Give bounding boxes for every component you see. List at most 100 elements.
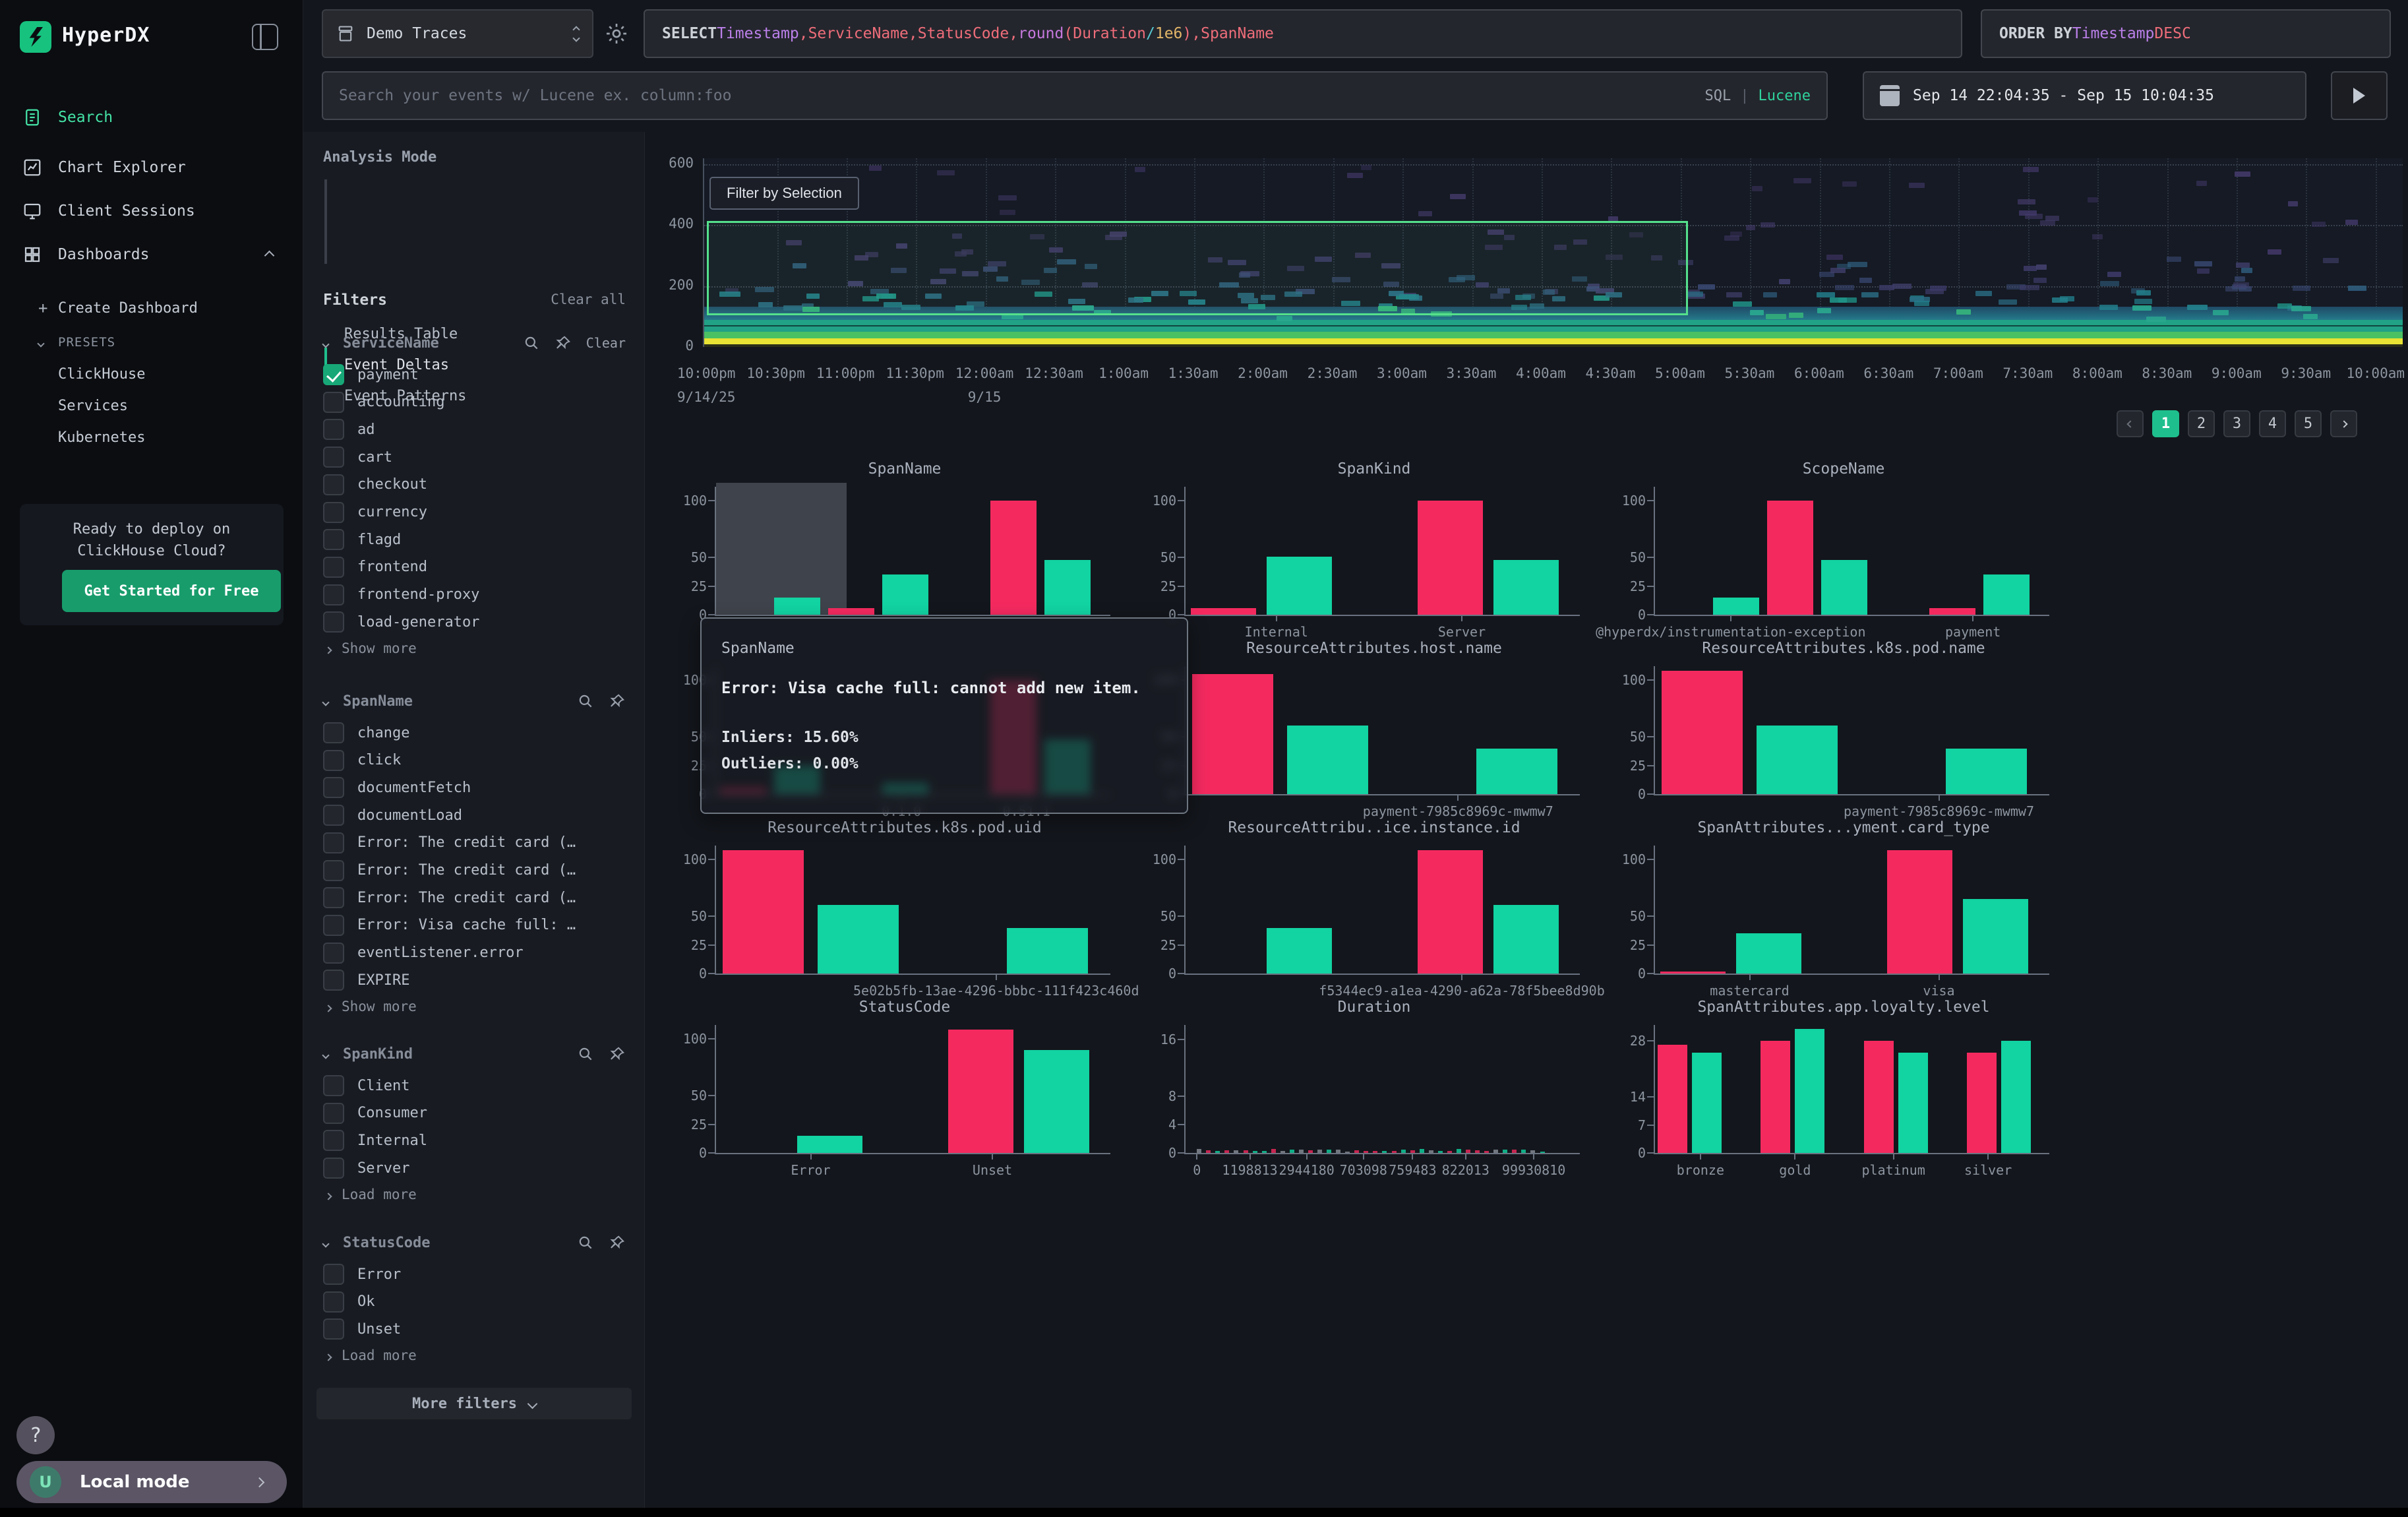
- search-icon[interactable]: [577, 1045, 594, 1063]
- checkbox[interactable]: [323, 1264, 344, 1285]
- sidebar-item-dashboards[interactable]: Dashboards: [0, 236, 303, 273]
- search-icon[interactable]: [577, 1234, 594, 1251]
- checkbox[interactable]: [323, 419, 344, 440]
- filter-option-frontend[interactable]: frontend: [323, 554, 631, 580]
- outlier-bar[interactable]: [1192, 674, 1273, 794]
- source-select[interactable]: Demo Traces: [322, 9, 593, 58]
- checkbox[interactable]: [323, 529, 344, 550]
- checkbox[interactable]: [323, 502, 344, 523]
- filter-option-unset[interactable]: Unset: [323, 1316, 631, 1342]
- checkbox[interactable]: [323, 1075, 344, 1096]
- lucene-toggle[interactable]: Lucene: [1759, 88, 1811, 104]
- outlier-bar[interactable]: [1887, 850, 1952, 974]
- heatmap-selection-rect[interactable]: [707, 221, 1688, 315]
- events-heatmap[interactable]: Filter by Selection: [703, 158, 2403, 347]
- chevron-down-icon[interactable]: [322, 1051, 329, 1059]
- pagination-page-3[interactable]: 3: [2223, 410, 2250, 437]
- outlier-bar[interactable]: [828, 608, 875, 615]
- chart-plot[interactable]: 100502505e02b5fb-13ae-4296-bbbc-111f423c…: [715, 846, 1095, 974]
- gear-icon[interactable]: [604, 21, 629, 46]
- outlier-bar[interactable]: [723, 850, 804, 974]
- filter-option-eventlistener-error[interactable]: eventListener.error: [323, 940, 631, 966]
- outlier-bar[interactable]: [948, 1030, 1013, 1153]
- inlier-bar[interactable]: [1476, 749, 1557, 794]
- chart-plot[interactable]: 10050250mastercardvisa: [1654, 846, 2033, 974]
- chevron-down-icon[interactable]: [322, 340, 329, 348]
- checkbox-checked[interactable]: [323, 364, 344, 385]
- filter-option-ok[interactable]: Ok: [323, 1289, 631, 1315]
- filter-option-cart[interactable]: cart: [323, 444, 631, 470]
- get-started-button[interactable]: Get Started for Free: [62, 570, 281, 612]
- pin-icon[interactable]: [609, 1234, 626, 1251]
- inlier-bar[interactable]: [1044, 560, 1091, 615]
- checkbox[interactable]: [323, 474, 344, 495]
- chart-plot[interactable]: 10050250ErrorUnset: [715, 1025, 1095, 1153]
- checkbox[interactable]: [323, 447, 344, 468]
- outlier-bar[interactable]: [1662, 671, 1743, 794]
- inlier-bar[interactable]: [1267, 557, 1332, 615]
- checkbox[interactable]: [323, 1130, 344, 1151]
- sidebar-subitem-presets[interactable]: PRESETS: [0, 328, 303, 356]
- checkbox[interactable]: [323, 611, 344, 633]
- filter-option-load-generator[interactable]: load-generator: [323, 609, 631, 635]
- outlier-bar[interactable]: [1967, 1053, 1997, 1153]
- filter-option-error-the-credit-card-[interactable]: Error: The credit card (…: [323, 884, 631, 911]
- filter-option-accounting[interactable]: accounting: [323, 389, 631, 416]
- inlier-bar[interactable]: [1983, 574, 2030, 615]
- sidebar-item-search[interactable]: Search: [0, 99, 303, 136]
- filter-option-frontend-proxy[interactable]: frontend-proxy: [323, 582, 631, 608]
- checkbox[interactable]: [323, 1103, 344, 1124]
- pagination-page-4[interactable]: 4: [2259, 410, 2286, 437]
- chart-plot[interactable]: 10050250: [715, 487, 1095, 615]
- sidebar-subitem-create-dashboard[interactable]: +Create Dashboard: [0, 294, 303, 322]
- checkbox[interactable]: [323, 860, 344, 881]
- outlier-bar[interactable]: [1864, 1041, 1894, 1153]
- sidebar-subitem-clickhouse[interactable]: ClickHouse: [0, 360, 303, 388]
- clear-all-button[interactable]: Clear all: [551, 292, 626, 309]
- filter-option-currency[interactable]: currency: [323, 499, 631, 526]
- inlier-bar[interactable]: [1898, 1053, 1928, 1153]
- chart-plot[interactable]: 10050250f5344ec9-a1ea-4290-a62a-78f5bee8…: [1184, 846, 1564, 974]
- chart-plot[interactable]: 281470bronzegoldplatinumsilver: [1654, 1025, 2033, 1153]
- run-query-button[interactable]: [2331, 71, 2388, 120]
- inlier-bar[interactable]: [1736, 933, 1801, 974]
- outlier-bar[interactable]: [1761, 1041, 1790, 1153]
- filter-option-consumer[interactable]: Consumer: [323, 1100, 631, 1127]
- show-more-link-servicename[interactable]: Show more: [326, 636, 417, 660]
- chevron-down-icon[interactable]: [322, 698, 329, 706]
- checkbox[interactable]: [323, 805, 344, 826]
- search-input[interactable]: [339, 87, 1705, 104]
- checkbox[interactable]: [323, 1291, 344, 1313]
- outlier-bar[interactable]: [1929, 608, 1976, 615]
- show-more-link-spanname[interactable]: Show more: [326, 995, 417, 1018]
- inlier-bar[interactable]: [1692, 1053, 1722, 1153]
- inlier-bar[interactable]: [1713, 598, 1760, 615]
- pagination-next[interactable]: [2330, 410, 2357, 437]
- checkbox[interactable]: [323, 392, 344, 413]
- outlier-bar[interactable]: [1418, 850, 1483, 974]
- inlier-bar[interactable]: [1821, 560, 1868, 615]
- sidebar-subitem-kubernetes[interactable]: Kubernetes: [0, 423, 303, 451]
- inlier-bar[interactable]: [1963, 899, 2028, 974]
- inlier-bar[interactable]: [1287, 726, 1368, 794]
- checkbox[interactable]: [323, 832, 344, 853]
- checkbox[interactable]: [323, 584, 344, 605]
- search-icon[interactable]: [577, 693, 594, 710]
- chart-plot[interactable]: 10050250@hyperdx/instrumentation-excepti…: [1654, 487, 2033, 615]
- sidebar-item-chart-explorer[interactable]: Chart Explorer: [0, 149, 303, 186]
- inlier-bar[interactable]: [2001, 1041, 2031, 1153]
- inlier-bar[interactable]: [797, 1136, 862, 1153]
- checkbox[interactable]: [323, 970, 344, 991]
- pin-icon[interactable]: [609, 1045, 626, 1063]
- inlier-bar[interactable]: [1024, 1050, 1089, 1153]
- filter-option-checkout[interactable]: checkout: [323, 472, 631, 498]
- pin-icon[interactable]: [555, 334, 572, 352]
- checkbox[interactable]: [323, 750, 344, 771]
- inlier-bar[interactable]: [1795, 1029, 1824, 1153]
- inlier-bar[interactable]: [774, 598, 821, 615]
- filter-option-server[interactable]: Server: [323, 1155, 631, 1181]
- pagination-page-1[interactable]: 1: [2152, 410, 2179, 437]
- filter-option-error[interactable]: Error: [323, 1261, 631, 1287]
- filter-option-documentfetch[interactable]: documentFetch: [323, 774, 631, 801]
- checkbox[interactable]: [323, 887, 344, 908]
